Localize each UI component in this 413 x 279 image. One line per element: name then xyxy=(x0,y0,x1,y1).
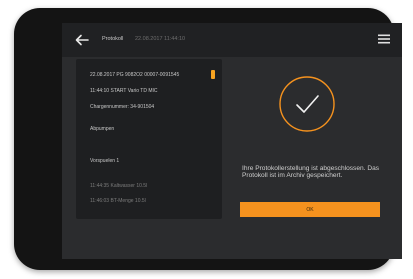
scroll-indicator[interactable] xyxy=(211,70,215,79)
protocol-log-panel[interactable]: 22.08.2017 PG 9082O2 00007-0091545 11:44… xyxy=(76,59,222,219)
hamburger-menu-icon[interactable] xyxy=(378,34,390,44)
log-line: Chargennummer: 34-901504 xyxy=(90,104,155,110)
app-screen: Protokoll 22.08.2017 11:44:10 22.08.2017… xyxy=(62,23,402,259)
log-line: 11:44:35 Kaltwasser 10.5l xyxy=(90,183,148,189)
back-arrow-icon[interactable] xyxy=(73,31,91,49)
protocol-timestamp: 22.08.2017 11:44:10 xyxy=(135,36,186,42)
log-line: 11:46:03 BT-Menge 10.5l xyxy=(90,198,146,204)
tablet-device: Protokoll 22.08.2017 11:44:10 22.08.2017… xyxy=(14,8,402,270)
checkmark-circle-icon xyxy=(279,76,335,132)
log-line: 11:44:10 START Vario TD MIC xyxy=(90,88,158,94)
log-line: 22.08.2017 PG 9082O2 00007-0091545 xyxy=(90,72,180,78)
page-title: Protokoll xyxy=(102,36,124,42)
top-bar: Protokoll 22.08.2017 11:44:10 xyxy=(62,23,402,57)
log-line: Vorspuelen 1 xyxy=(90,158,120,164)
ok-button[interactable]: OK xyxy=(240,202,380,217)
completion-message: Ihre Protokollerstellung ist abgeschloss… xyxy=(242,165,380,180)
log-line: Abpumpen xyxy=(90,126,115,132)
